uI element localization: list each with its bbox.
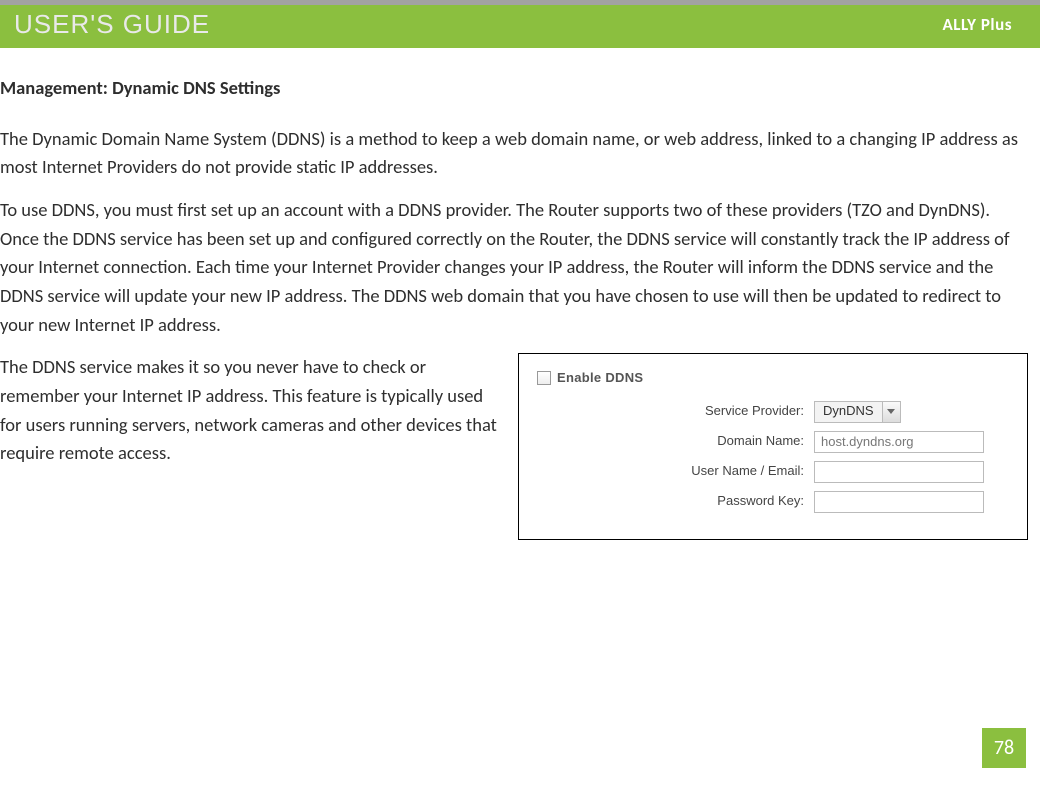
header-bar: USER'S GUIDE ALLY Plus [0,0,1040,48]
user-name-label: User Name / Email: [529,461,814,481]
service-provider-label: Service Provider: [529,401,814,421]
page-number: 78 [982,728,1026,768]
guide-title: USER'S GUIDE [14,9,210,40]
enable-ddns-checkbox[interactable] [537,371,551,385]
password-key-label: Password Key: [529,491,814,511]
chevron-down-icon[interactable] [882,402,900,422]
section-title: Management: Dynamic DNS Settings [0,74,1028,103]
ddns-settings-panel: Enable DDNS Service Provider: DynDNS Dom… [518,353,1028,539]
paragraph-1: The Dynamic Domain Name System (DDNS) is… [0,125,1028,182]
product-name: ALLY Plus [943,14,1013,35]
domain-name-label: Domain Name: [529,431,814,451]
enable-ddns-row[interactable]: Enable DDNS [537,368,1017,388]
service-provider-value: DynDNS [815,402,882,422]
paragraph-2: To use DDNS, you must first set up an ac… [0,196,1028,339]
service-provider-select[interactable]: DynDNS [814,401,901,423]
user-name-input[interactable] [814,461,984,483]
paragraph-3: The DDNS service makes it so you never h… [0,353,500,468]
page-content: Management: Dynamic DNS Settings The Dyn… [0,48,1040,540]
enable-ddns-label: Enable DDNS [557,368,643,388]
password-key-input[interactable] [814,491,984,513]
domain-name-input[interactable] [814,431,984,453]
